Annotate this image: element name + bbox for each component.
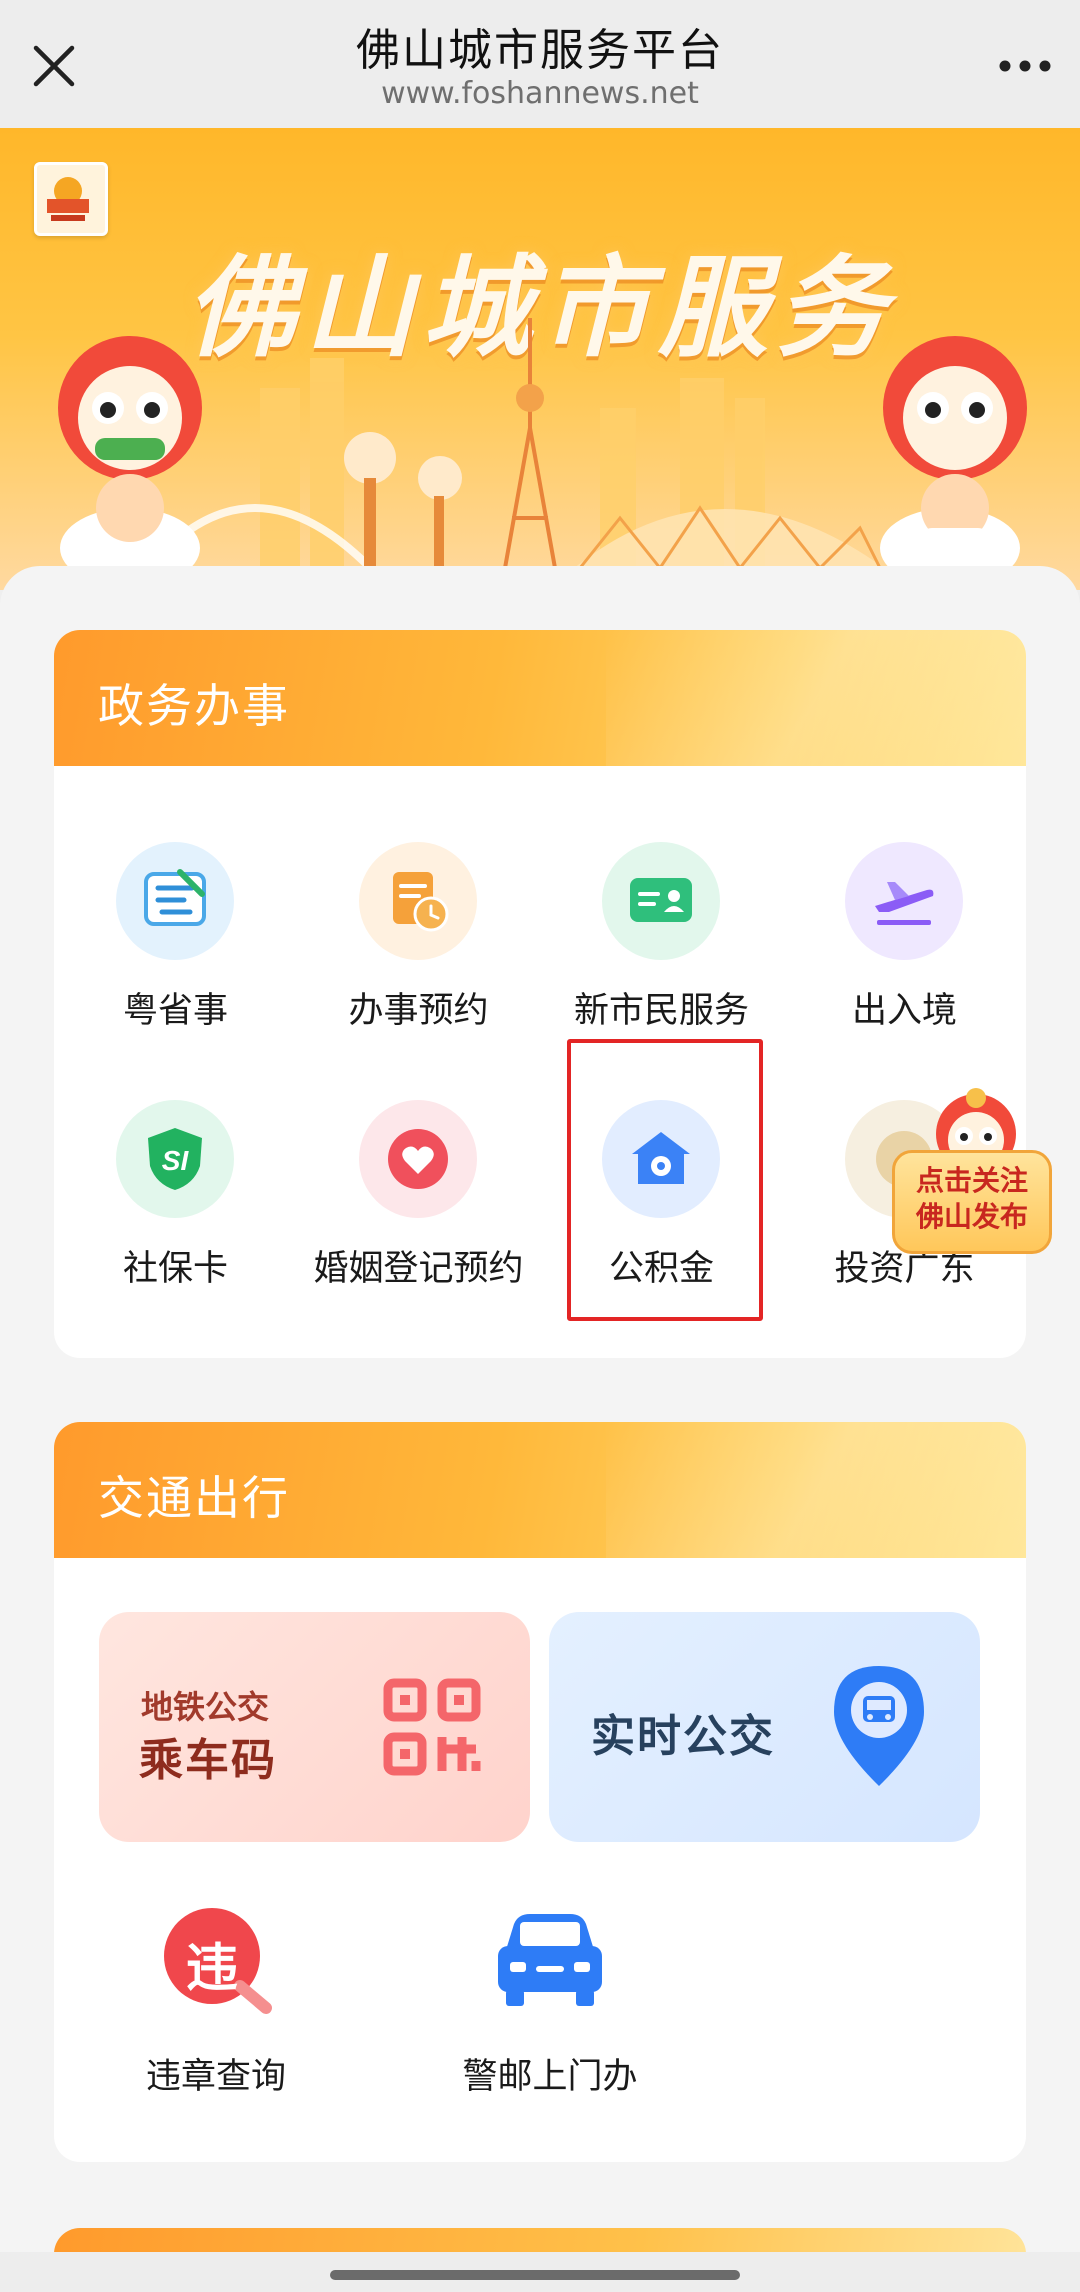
service-label: 新市民服务 — [573, 991, 749, 1031]
violation-glyph: 违 — [185, 1939, 238, 1999]
id-card-icon — [602, 842, 720, 960]
service-marriage-appointment[interactable]: 婚姻登记预约 — [297, 1100, 540, 1300]
service-social-security-card[interactable]: SI 社保卡 — [54, 1100, 297, 1300]
follow-badge-line2: 佛山发布 — [915, 1200, 1028, 1233]
qr-code-icon — [383, 1678, 481, 1776]
city-skyline-illustration — [58, 318, 1027, 588]
follow-badge-line1: 点击关注 — [915, 1164, 1028, 1197]
airplane-icon — [845, 842, 963, 960]
service-label: 婚姻登记预约 — [313, 1249, 524, 1289]
more-icon[interactable] — [990, 36, 1060, 96]
service-police-post-home[interactable]: 警邮上门办 — [430, 1906, 670, 2106]
car-icon — [490, 1906, 610, 2016]
ride-qr-code-tile[interactable]: 地铁公交 乘车码 — [99, 1612, 530, 1842]
yue-icon — [116, 842, 234, 960]
lion-dance-mascot-left — [58, 336, 202, 588]
violation-icon: 违 — [162, 1906, 272, 2016]
realtime-bus-label: 实时公交 — [591, 1711, 775, 1762]
service-label: 出入境 — [851, 991, 957, 1031]
top-bar: 佛山城市服务平台 www.foshannews.net — [0, 0, 1080, 128]
shield-si-icon: SI — [116, 1100, 234, 1218]
appointment-icon — [359, 842, 477, 960]
service-exit-entry[interactable]: 出入境 — [783, 842, 1026, 1042]
follow-badge-plate: 点击关注 佛山发布 — [892, 1150, 1052, 1254]
highlight-box — [567, 1039, 763, 1321]
banner: 佛山城市服务 — [0, 128, 1080, 590]
service-violation-query[interactable]: 违 违章查询 — [96, 1906, 336, 2106]
svg-text:SI: SI — [162, 1145, 190, 1176]
service-label: 社保卡 — [122, 1249, 228, 1289]
transport-title: 交通出行 — [98, 1471, 290, 1525]
gov-services-header: 政务办事 — [54, 630, 1026, 766]
page-title: 佛山城市服务平台 — [356, 25, 724, 76]
service-new-citizen[interactable]: 新市民服务 — [540, 842, 783, 1042]
service-yueshengshi[interactable]: 粤省事 — [54, 842, 297, 1042]
ride-qr-subtitle: 地铁公交 — [141, 1688, 270, 1726]
bus-location-pin-icon — [834, 1666, 924, 1786]
lion-dance-mascot-right — [880, 336, 1027, 588]
service-label: 办事预约 — [348, 991, 489, 1031]
service-label: 警邮上门办 — [462, 2057, 638, 2097]
transport-header: 交通出行 — [54, 1422, 1026, 1558]
service-appointment[interactable]: 办事预约 — [297, 842, 540, 1042]
service-label: 粤省事 — [122, 991, 228, 1031]
gov-services-title: 政务办事 — [98, 679, 290, 733]
realtime-bus-tile[interactable]: 实时公交 — [549, 1612, 980, 1842]
heart-icon — [359, 1100, 477, 1218]
ride-qr-title: 乘车码 — [139, 1735, 277, 1786]
home-indicator[interactable] — [330, 2270, 740, 2280]
service-label: 违章查询 — [145, 2057, 286, 2097]
page-url: www.foshannews.net — [381, 76, 699, 111]
follow-badge[interactable]: 点击关注 佛山发布 — [884, 1084, 1060, 1260]
